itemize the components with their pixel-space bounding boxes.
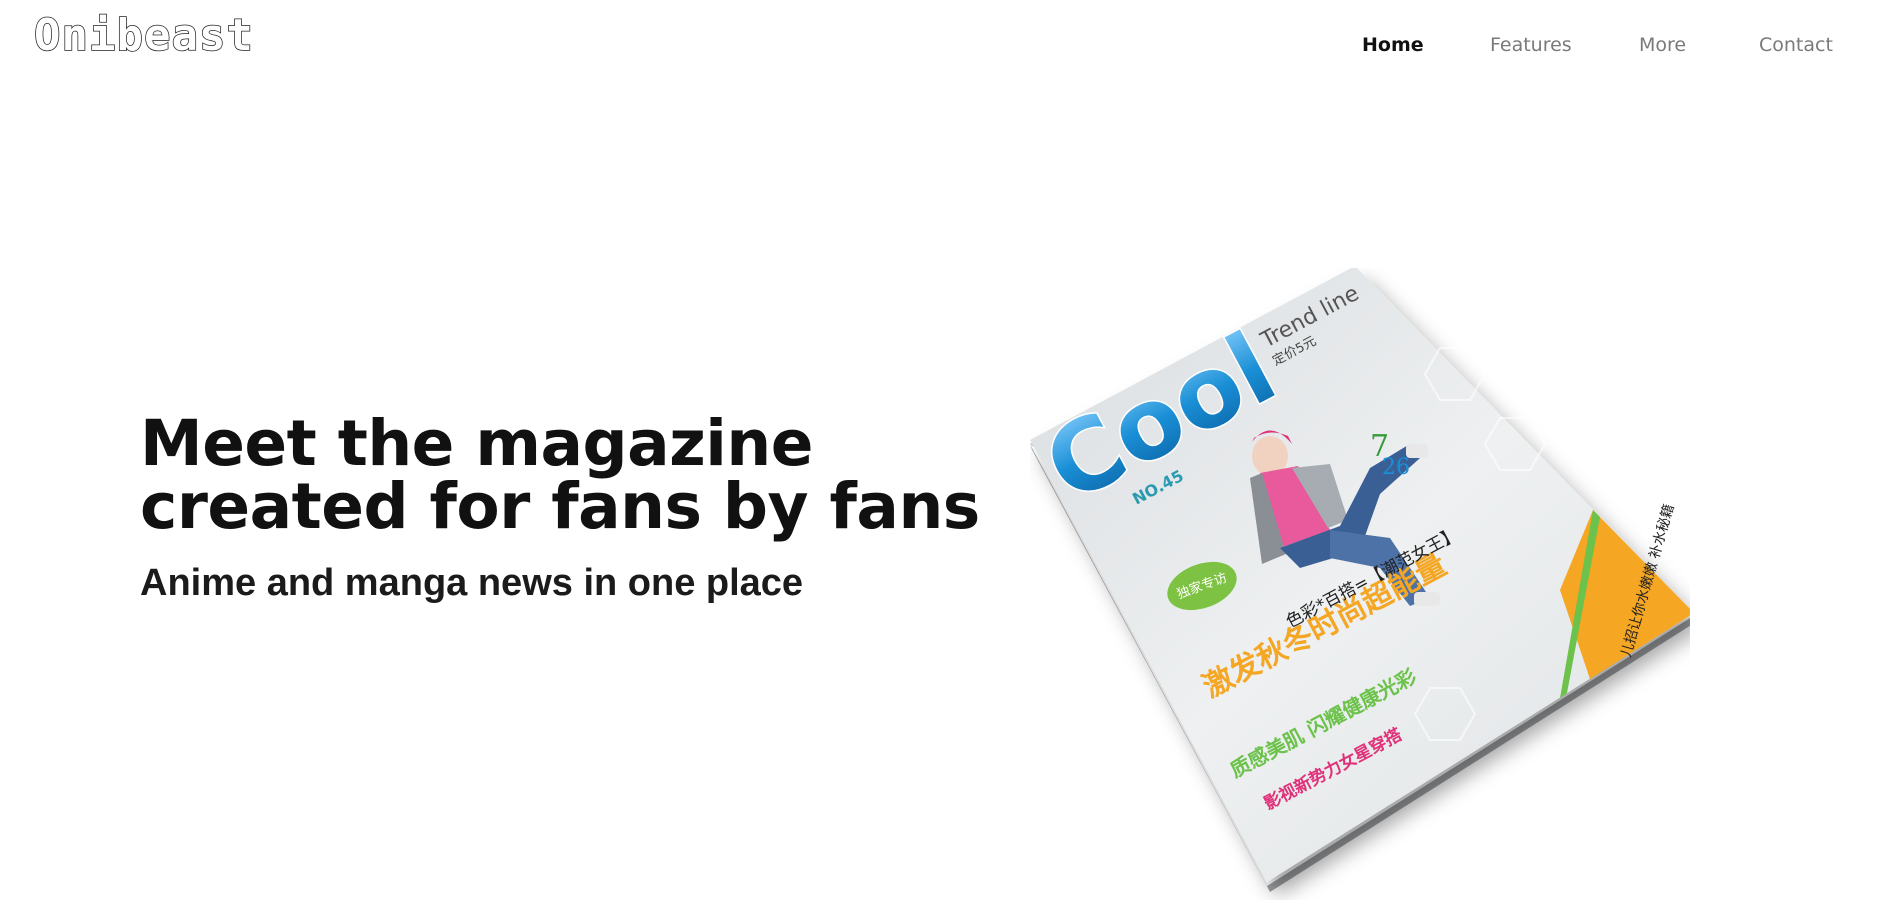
nav-features[interactable]: Features <box>1490 34 1572 56</box>
magazine-cover-image: Cool NO.45 Trend line 定价5元 激发秋冬时尚超能量 色彩*… <box>1026 266 1696 900</box>
main-nav: Home Features More Contact <box>0 34 1895 64</box>
hero-title-line-2: created for fans by fans <box>140 470 980 543</box>
nav-contact[interactable]: Contact <box>1759 34 1833 56</box>
cover-number-26: 26 <box>1382 455 1410 480</box>
hero-title: Meet the magazine created for fans by fa… <box>140 412 980 538</box>
hero-subtitle: Anime and manga news in one place <box>140 562 804 604</box>
nav-more[interactable]: More <box>1639 34 1686 56</box>
magazine-cover-graphic: Cool NO.45 Trend line 定价5元 激发秋冬时尚超能量 色彩*… <box>1026 266 1696 892</box>
nav-home[interactable]: Home <box>1362 34 1424 56</box>
